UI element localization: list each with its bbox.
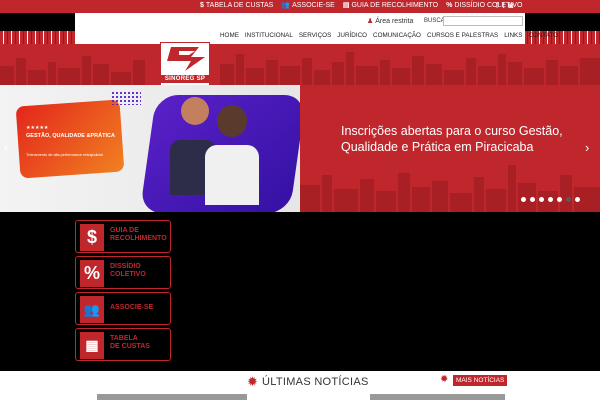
quick-link-label-line1: TABELA (110, 335, 138, 342)
percent-icon: % (80, 260, 104, 287)
quick-link-label: TABELA DE CUSTAS (110, 335, 150, 351)
quick-link-label: GUIA DE RECOLHIMENTO (110, 227, 167, 243)
hero-title[interactable]: Inscrições abertas para o curso Gestão, … (341, 123, 586, 155)
facebook-icon[interactable]: f (496, 1, 498, 10)
quick-link-label: DISSÍDIO COLETIVO (110, 263, 146, 279)
top-link-associe-se[interactable]: 👥 ASSOCIE-SE (281, 1, 335, 10)
top-link-guia-recolhimento[interactable]: ▤ GUIA DE RECOLHIMENTO (342, 1, 439, 10)
card-title: GESTÃO, QUALIDADE &PRÁTICA (26, 133, 115, 139)
quick-link-label-line1: DISSÍDIO (110, 263, 141, 270)
logo-mark-icon (167, 47, 205, 71)
slider-dot[interactable] (539, 197, 544, 202)
card-subtitle: Treinamento de alta performance extrajud… (26, 153, 104, 157)
table-icon: ▦ (80, 332, 104, 359)
slider-dot-active[interactable] (566, 197, 571, 202)
slider-next-arrow[interactable]: › (585, 140, 589, 155)
more-news-button[interactable]: MAIS NOTÍCIAS (453, 375, 508, 386)
person-head (217, 105, 247, 137)
nav-item-juridico[interactable]: JURÍDICO (337, 31, 367, 40)
restricted-area-label: Área restrita (375, 18, 414, 25)
social-links: f t ◙ (496, 1, 513, 10)
star-burst-icon: ✹ (440, 374, 449, 385)
top-link-tabela-custas[interactable]: $ TABELA DE CUSTAS (200, 1, 273, 9)
city-skyline-graphic (0, 52, 600, 85)
news-thumbnail[interactable] (97, 394, 247, 400)
nav-item-institucional[interactable]: INSTITUCIONAL (245, 31, 293, 40)
person-figure (205, 145, 259, 205)
top-link-label: ASSOCIE-SE (292, 1, 335, 9)
quick-link-tabela-custas[interactable]: ▦ TABELA DE CUSTAS (75, 328, 171, 361)
quick-link-label-line2: DE CUSTAS (110, 343, 150, 350)
quick-link-label-line2: RECOLHIMENTO (110, 235, 167, 242)
logo-text: SINOREG SP (161, 75, 209, 83)
main-nav: HOME INSTITUCIONAL SERVIÇOS JURÍDICO COM… (220, 31, 558, 40)
slider-dot[interactable] (548, 197, 553, 202)
top-link-label: TABELA DE CUSTAS (205, 1, 274, 9)
top-links: $ TABELA DE CUSTAS 👥 ASSOCIE-SE ▤ GUIA DE R… (200, 1, 522, 10)
person-head (181, 97, 209, 125)
star-burst-icon: ✹ (247, 374, 258, 389)
restricted-area-link[interactable]: ♟ Área restrita (367, 17, 413, 25)
news-thumbnail[interactable] (370, 394, 505, 400)
nav-item-cursos[interactable]: CURSOS E PALESTRAS (427, 31, 498, 40)
skyline-banner (0, 44, 600, 85)
slider-dot[interactable] (575, 197, 580, 202)
site-logo[interactable]: SINOREG SP (160, 42, 210, 86)
quick-link-label-line1: ASSOCIE-SE (110, 304, 154, 311)
users-icon: 👥 (281, 2, 291, 9)
quick-link-guia-recolhimento[interactable]: $ GUIA DE RECOLHIMENTO (75, 220, 171, 253)
nav-item-servicos[interactable]: SERVIÇOS (299, 31, 331, 40)
dot-pattern (111, 91, 141, 105)
slider-dot[interactable] (521, 197, 526, 202)
slider-dot[interactable] (530, 197, 535, 202)
nav-item-comunicacao[interactable]: COMUNICAÇÃO (373, 31, 421, 40)
card-icon: ▤ (342, 2, 350, 9)
quick-link-label: ASSOCIE-SE (110, 304, 153, 312)
twitter-icon[interactable]: t (502, 1, 504, 10)
search-input[interactable] (443, 16, 523, 26)
quick-link-label-line1: GUIA DE (110, 227, 139, 234)
hero-slider: ★★★★★ GESTÃO, QUALIDADE &PRÁTICA Treinam… (0, 85, 600, 212)
users-icon: 👥 (80, 296, 104, 323)
slider-dots (521, 197, 580, 202)
quick-link-associe-se[interactable]: 👥 ASSOCIE-SE (75, 292, 171, 325)
header-right-edge (525, 13, 600, 31)
card-stars: ★★★★★ (26, 125, 49, 131)
user-icon: ♟ (367, 18, 374, 25)
news-title: ÚLTIMAS NOTÍCIAS (262, 376, 369, 388)
instagram-icon[interactable]: ◙ (508, 1, 513, 10)
slider-prev-arrow[interactable]: ‹ (4, 140, 8, 155)
nav-item-home[interactable]: HOME (220, 31, 239, 40)
top-link-label: GUIA DE RECOLHIMENTO (351, 1, 439, 9)
search-label: BUSCA (424, 18, 445, 24)
course-card-graphic (15, 99, 125, 179)
percent-icon: % (446, 1, 453, 9)
nav-item-links[interactable]: LINKS (504, 31, 522, 40)
nav-item-contato[interactable]: CONTATO (528, 31, 558, 40)
dollar-icon: $ (80, 224, 104, 251)
quick-link-label-line2: COLETIVO (110, 271, 146, 278)
quick-link-dissidio-coletivo[interactable]: % DISSÍDIO COLETIVO (75, 256, 171, 289)
slider-dot[interactable] (557, 197, 562, 202)
news-section: ✹ ÚLTIMAS NOTÍCIAS ✹ MAIS NOTÍCIAS (0, 371, 600, 400)
dollar-icon: $ (200, 1, 204, 9)
header-left-edge (0, 13, 75, 31)
